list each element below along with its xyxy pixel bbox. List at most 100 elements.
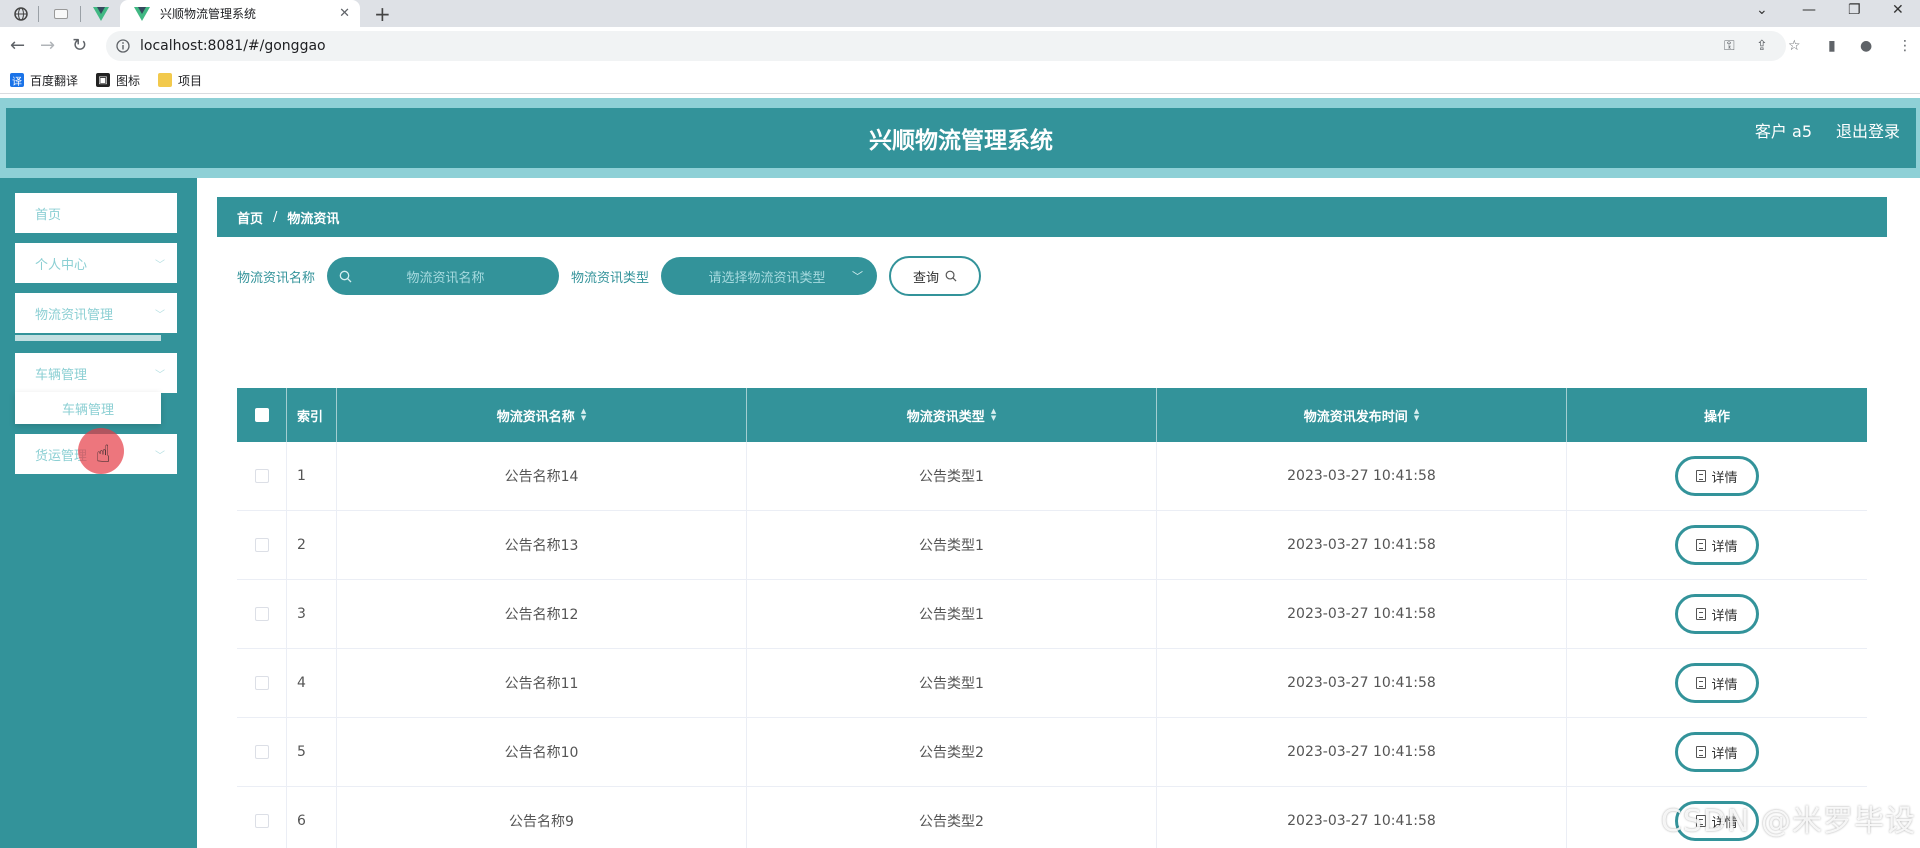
share-icon[interactable]: ⇪ [1756,38,1768,54]
forward-arrow-icon[interactable]: → [40,35,55,56]
row-checkbox[interactable] [254,607,269,621]
row-select-cell [237,718,287,786]
search-form: 物流资讯名称 物流资讯名称 物流资讯类型 请选择物流资讯类型 ﹀ 查询 [237,256,982,296]
submenu-shadow [15,335,161,341]
cell-type: 公告类型2 [747,718,1157,786]
document-icon [1696,677,1707,689]
detail-button-label: 详情 [1711,470,1738,486]
breadcrumb-home[interactable]: 首页 [237,208,263,227]
table-header: 索引 物流资讯名称 ▲ ▼ 物流资讯类型 ▲ ▼ 物流资讯发布时间 ▲ ▼ 操作 [237,388,1867,442]
detail-button[interactable]: 详情 [1675,594,1759,634]
reload-icon[interactable]: ↻ [72,35,87,56]
active-tab[interactable]: 兴顺物流管理系统 ✕ [120,0,360,27]
select-all-checkbox[interactable] [254,408,269,422]
cell-type: 公告类型2 [747,787,1157,848]
detail-button[interactable]: 详情 [1675,525,1759,565]
new-tab-button[interactable]: + [374,2,391,26]
url-text: localhost:8081/#/gonggao [140,38,326,54]
tab-separator [80,6,81,22]
sidebar-item-news[interactable]: 物流资讯管理 ﹀ [15,293,177,333]
column-header: 物流资讯名称 [496,409,575,425]
logout-button[interactable]: 退出登录 [1836,118,1900,142]
row-checkbox[interactable] [254,676,269,690]
row-select-cell [237,787,287,848]
cell-index: 3 [287,580,337,648]
minimize-icon[interactable]: — [1802,2,1816,18]
detail-button[interactable]: 详情 [1675,456,1759,496]
bookmarks-bar: 译 百度翻译 ▣ 图标 项目 [0,67,1920,94]
name-filter-label: 物流资讯名称 [237,270,316,286]
browser-tab-strip: 兴顺物流管理系统 ✕ + ⌄ — ❐ ✕ [0,0,1920,27]
cell-name: 公告名称9 [337,787,747,848]
type-select[interactable]: 请选择物流资讯类型 ﹀ [661,257,878,295]
type-filter-label: 物流资讯类型 [571,270,650,286]
sidebar-item-home[interactable]: 首页 [15,193,177,233]
name-search-input[interactable]: 物流资讯名称 [327,257,560,295]
star-icon[interactable]: ☆ [1788,38,1801,54]
document-icon [1696,746,1707,758]
header-type[interactable]: 物流资讯类型 ▲ ▼ [747,388,1157,442]
detail-button-label: 详情 [1711,746,1738,762]
cell-type: 公告类型1 [747,511,1157,579]
bookmark-item[interactable]: 译 百度翻译 [10,72,78,89]
table-row: 2 公告名称13 公告类型1 2023-03-27 10:41:58 详情 [237,511,1867,580]
address-bar[interactable]: localhost:8081/#/gonggao [106,31,1786,61]
restore-icon[interactable]: ❐ [1848,2,1861,18]
cell-type: 公告类型1 [747,649,1157,717]
sidebar-item-vehicles[interactable]: 车辆管理 ﹀ [15,353,177,393]
chevron-down-icon[interactable]: ⌄ [1756,2,1768,18]
more-menu-icon[interactable]: ⋮ [1898,38,1912,54]
document-icon [1696,608,1707,620]
header-time[interactable]: 物流资讯发布时间 ▲ ▼ [1157,388,1567,442]
side-panel-icon[interactable]: ▮ [1828,38,1836,54]
bookmark-item[interactable]: ▣ 图标 [96,72,140,89]
table-row: 3 公告名称12 公告类型1 2023-03-27 10:41:58 详情 [237,580,1867,649]
sort-icon[interactable]: ▲ ▼ [1414,408,1419,422]
pinned-tab-globe[interactable] [4,3,38,25]
cell-name: 公告名称10 [337,718,747,786]
cell-index: 4 [287,649,337,717]
cell-time: 2023-03-27 10:41:58 [1157,580,1567,648]
cell-actions: 详情 [1567,649,1867,717]
type-select-placeholder: 请选择物流资讯类型 [708,270,826,286]
row-checkbox[interactable] [254,538,269,552]
row-checkbox[interactable] [254,814,269,828]
cell-name: 公告名称11 [337,649,747,717]
sidebar: 首页 个人中心 ﹀ 物流资讯管理 ﹀ 车辆管理 ﹀ 车辆管理 货运管理 ﹀ [0,178,197,848]
pinned-tab-vue[interactable] [84,3,118,25]
current-user: 客户 a5 [1754,122,1812,141]
chevron-down-icon: ﹀ [155,259,165,271]
close-icon[interactable]: ✕ [339,6,350,21]
sidebar-item-profile[interactable]: 个人中心 ﹀ [15,243,177,283]
data-table: 索引 物流资讯名称 ▲ ▼ 物流资讯类型 ▲ ▼ 物流资讯发布时间 ▲ ▼ 操作 1 公告名称… [237,388,1867,848]
table-row: 5 公告名称10 公告类型2 2023-03-27 10:41:58 详情 [237,718,1867,787]
close-window-icon[interactable]: ✕ [1892,2,1904,18]
breadcrumb-separator: / [273,209,278,225]
sort-icon[interactable]: ▲ ▼ [581,408,586,422]
back-arrow-icon[interactable]: ← [10,35,25,56]
key-icon[interactable]: ⚿ [1724,38,1735,54]
sort-icon[interactable]: ▲ ▼ [991,408,996,422]
table-row: 1 公告名称14 公告类型1 2023-03-27 10:41:58 详情 [237,442,1867,511]
cell-index: 1 [287,442,337,510]
sidebar-item-label: 物流资讯管理 [35,307,114,323]
row-checkbox[interactable] [254,469,269,483]
pinned-tab-blank[interactable] [44,3,78,25]
vue-logo-icon [93,7,109,21]
cell-index: 6 [287,787,337,848]
bookmark-label: 百度翻译 [30,73,79,88]
detail-button[interactable]: 详情 [1675,732,1759,772]
search-button[interactable]: 查询 [889,256,982,296]
row-checkbox[interactable] [254,745,269,759]
cell-actions: 详情 [1567,718,1867,786]
folder-icon [158,73,173,87]
header-name[interactable]: 物流资讯名称 ▲ ▼ [337,388,747,442]
document-icon [1696,539,1707,551]
submenu-item-vehicles[interactable]: 车辆管理 [15,392,161,424]
detail-button[interactable]: 详情 [1675,663,1759,703]
cell-type: 公告类型1 [747,580,1157,648]
profile-icon[interactable]: ● [1860,38,1872,54]
bookmark-folder[interactable]: 项目 [158,72,202,89]
cell-name: 公告名称14 [337,442,747,510]
bookmark-label: 项目 [178,73,203,88]
